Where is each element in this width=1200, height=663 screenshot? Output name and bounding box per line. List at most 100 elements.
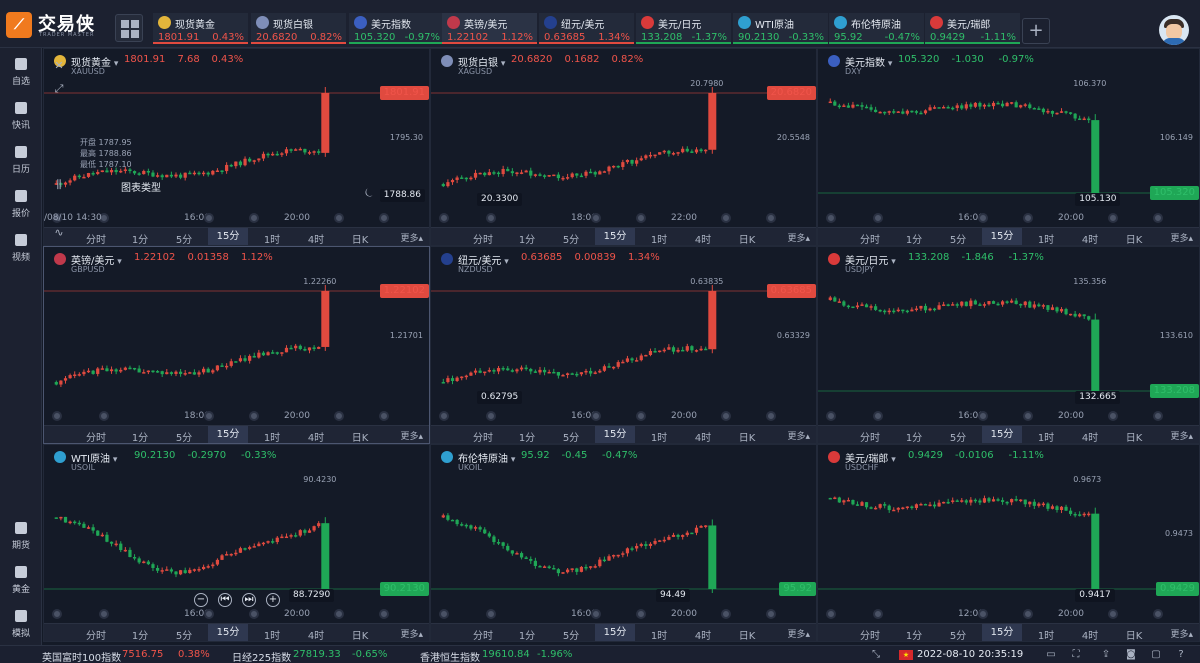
chart-area[interactable]: 90.2130 90.4230 88.7290 <box>44 475 429 603</box>
timeframe-tab[interactable]: 15分 <box>208 624 248 641</box>
more-timeframes-button[interactable]: 更多▴ <box>787 231 810 244</box>
timeline-handle[interactable] <box>249 609 259 619</box>
timeline-handle[interactable] <box>873 213 883 223</box>
timeframe-tab[interactable]: 4时 <box>296 429 336 443</box>
monitor-icon[interactable]: ▭ <box>1045 649 1057 661</box>
close-icon[interactable]: ✕ <box>52 59 66 73</box>
sidebar-item-3[interactable]: 报价 <box>0 190 42 226</box>
timeline-handle[interactable] <box>204 609 214 619</box>
zoom-in-icon[interactable]: + <box>266 593 280 607</box>
timeframe-tab[interactable]: 15分 <box>595 624 635 641</box>
timeframe-tab[interactable]: 15分 <box>982 426 1022 443</box>
timeframe-tab[interactable]: 分时 <box>76 231 116 245</box>
timeframe-tab[interactable]: 1分 <box>894 231 934 245</box>
timeframe-tab[interactable]: 日K <box>727 627 767 641</box>
chart-area[interactable]: 1.22102 1.22260 1.21701 <box>44 277 429 405</box>
timeframe-tab[interactable]: 1时 <box>639 429 679 443</box>
timeline-handle[interactable] <box>873 411 883 421</box>
timeframe-tab[interactable]: 4时 <box>683 231 723 245</box>
more-timeframes-button[interactable]: 更多▴ <box>400 627 423 640</box>
cursor-tool-icon[interactable]: ⤡ <box>870 649 882 661</box>
timeline-handle[interactable] <box>379 609 389 619</box>
chart-area[interactable]: 105.320 106.370 106.149 105.130 <box>818 79 1199 207</box>
sidebar-item-2[interactable]: 日历 <box>0 146 42 182</box>
timeframe-tab[interactable]: 4时 <box>1070 429 1110 443</box>
timeframe-tab[interactable]: 分时 <box>850 231 890 245</box>
timeline-handle[interactable] <box>978 411 988 421</box>
ticker-item[interactable]: 美元指数 105.320 -0.97% <box>349 13 444 44</box>
chart-area[interactable]: 133.208 135.356 133.610 132.665 <box>818 277 1199 405</box>
chart-panel[interactable]: 美元/瑞郎0.9429-0.0106-1.11%USDCHF0.94290.96… <box>817 444 1200 642</box>
timeframe-tab[interactable]: 5分 <box>164 627 204 641</box>
timeframe-tab[interactable]: 1分 <box>120 627 160 641</box>
timeframe-tab[interactable]: 日K <box>340 429 380 443</box>
timeframe-tab[interactable]: 分时 <box>463 429 503 443</box>
timeline-handle[interactable] <box>1108 609 1118 619</box>
zoom-out-icon[interactable]: − <box>194 593 208 607</box>
timeline-handle[interactable] <box>1108 213 1118 223</box>
app-logo[interactable]: ⟋ 交易侠 TRADER MASTER <box>6 10 110 40</box>
timeframe-tab[interactable]: 日K <box>727 231 767 245</box>
timeframe-tab[interactable]: 1分 <box>507 231 547 245</box>
timeline-handle[interactable] <box>52 411 62 421</box>
expand-icon[interactable]: ⤢ <box>52 82 66 96</box>
timeline-handle[interactable] <box>636 213 646 223</box>
timeline-handle[interactable] <box>766 213 776 223</box>
more-timeframes-button[interactable]: 更多▴ <box>1170 429 1193 442</box>
timeline-handle[interactable] <box>439 609 449 619</box>
add-ticker-button[interactable]: + <box>1022 18 1050 44</box>
timeframe-tab[interactable]: 4时 <box>1070 231 1110 245</box>
indicator-icon[interactable]: ∿ <box>52 226 66 240</box>
ticker-item[interactable]: 美元/瑞郎 0.9429 -1.11% <box>925 13 1020 44</box>
ticker-item[interactable]: 布伦特原油 95.92 -0.47% <box>829 13 924 44</box>
help-icon[interactable]: ? <box>1175 649 1187 661</box>
timeframe-tab[interactable]: 15分 <box>982 228 1022 245</box>
sidebar-item-4[interactable]: 视频 <box>0 234 42 270</box>
timeline-handle[interactable] <box>99 609 109 619</box>
timeline-handle[interactable] <box>1023 609 1033 619</box>
timeframe-tab[interactable]: 分时 <box>850 627 890 641</box>
timeframe-tab[interactable]: 1时 <box>1026 231 1066 245</box>
timeframe-tab[interactable]: 4时 <box>296 627 336 641</box>
skip-back-icon[interactable]: ⏮ <box>218 593 232 607</box>
timeline-handle[interactable] <box>379 411 389 421</box>
timeframe-tab[interactable]: 日K <box>340 231 380 245</box>
timeline-handle[interactable] <box>978 609 988 619</box>
candlestick-icon[interactable]: ⫼ <box>52 178 66 192</box>
timeline-handle[interactable] <box>204 411 214 421</box>
timeframe-tab[interactable]: 5分 <box>551 429 591 443</box>
timeframe-tab[interactable]: 5分 <box>551 231 591 245</box>
timeframe-tab[interactable]: 5分 <box>551 627 591 641</box>
timeframe-tab[interactable]: 1分 <box>120 429 160 443</box>
ticker-item[interactable]: 英镑/美元 1.22102 1.12% <box>442 13 537 44</box>
timeframe-tab[interactable]: 1时 <box>252 231 292 245</box>
more-timeframes-button[interactable]: 更多▴ <box>787 429 810 442</box>
timeframe-tab[interactable]: 日K <box>1114 231 1154 245</box>
timeline-handle[interactable] <box>766 609 776 619</box>
chart-panel[interactable]: 现货白银20.68200.16820.82%XAGUSD20.682020.79… <box>430 48 817 246</box>
chart-area[interactable]: 95.92 94.49 <box>431 475 816 603</box>
timeline-handle[interactable] <box>249 213 259 223</box>
timeline-handle[interactable] <box>486 213 496 223</box>
timeline-handle[interactable] <box>486 411 496 421</box>
timeframe-tab[interactable]: 4时 <box>683 429 723 443</box>
timeline-handle[interactable] <box>591 609 601 619</box>
ticker-item[interactable]: 纽元/美元 0.63685 1.34% <box>539 13 634 44</box>
timeline-handle[interactable] <box>636 411 646 421</box>
chart-panel[interactable]: 现货黄金1801.917.680.43%XAUUSD1801.911795.30… <box>43 48 430 246</box>
timeline-handle[interactable] <box>873 609 883 619</box>
timeframe-tab[interactable]: 15分 <box>595 426 635 443</box>
timeline-handle[interactable] <box>439 213 449 223</box>
timeline-handle[interactable] <box>334 411 344 421</box>
timeframe-tab[interactable]: 4时 <box>296 231 336 245</box>
timeframe-tab[interactable]: 15分 <box>982 624 1022 641</box>
timeframe-tab[interactable]: 分时 <box>76 627 116 641</box>
timeframe-tab[interactable]: 1分 <box>507 627 547 641</box>
sidebar-bottom-item-1[interactable]: 黄金 <box>0 566 42 602</box>
ticker-item[interactable]: 现货黄金 1801.91 0.43% <box>153 13 248 44</box>
timeline-handle[interactable] <box>826 213 836 223</box>
chart-area[interactable]: 0.9429 0.9673 0.9473 0.9417 <box>818 475 1199 603</box>
timeline-handle[interactable] <box>1153 213 1163 223</box>
sidebar-item-1[interactable]: 快讯 <box>0 102 42 138</box>
bell-icon[interactable]: ⏾ <box>362 186 376 200</box>
